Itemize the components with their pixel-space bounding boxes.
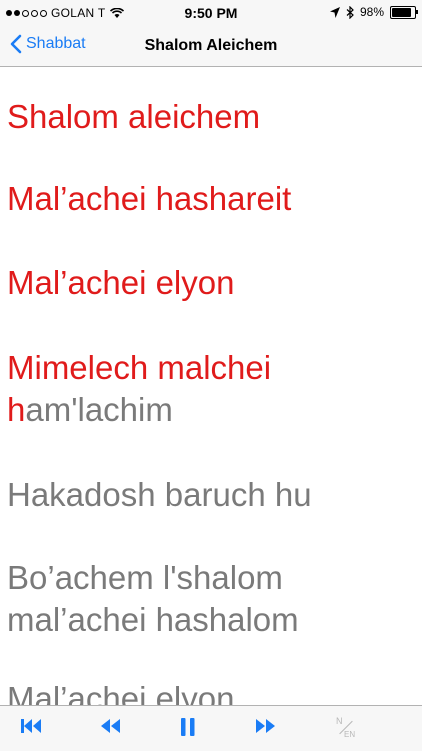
- fast-forward-button[interactable]: [254, 717, 278, 735]
- skip-to-start-icon: [21, 719, 41, 733]
- lyric-line: Bo’achem l'shalom mal’achei hashalom: [7, 557, 417, 641]
- bluetooth-icon: [346, 5, 354, 19]
- lyric-highlighted-text: Mal’achei elyon: [7, 264, 235, 301]
- lyric-line: Shalom aleichem: [7, 96, 417, 138]
- lyric-remaining-text: am'lachim: [25, 391, 173, 428]
- lyric-line: Mal’achei elyon: [7, 262, 417, 304]
- navigation-bar: Shabbat Shalom Aleichem: [0, 28, 422, 67]
- skip-to-start-button[interactable]: [20, 717, 42, 735]
- status-bar: GOLAN T 9:50 PM 98%: [0, 0, 422, 28]
- lyric-line: Mimelech malchei ham'lachim: [7, 347, 417, 431]
- lyric-line: Mal’achei hashareit: [7, 178, 417, 220]
- fast-forward-icon: [256, 719, 275, 733]
- pause-icon: [181, 718, 195, 736]
- lyric-line: Hakadosh baruch hu: [7, 474, 417, 516]
- lyrics-view[interactable]: Shalom aleichem Mal’achei hashareit Mal’…: [0, 67, 422, 705]
- rewind-button[interactable]: [98, 717, 122, 735]
- lyric-line: Mal’achei elyon: [7, 678, 417, 705]
- pause-button[interactable]: [179, 717, 197, 737]
- language-toggle-bottom: EN: [344, 730, 356, 739]
- page-title: Shalom Aleichem: [144, 37, 278, 54]
- lyric-highlighted-text: Shalom aleichem: [7, 98, 261, 135]
- lyric-remaining-text: Bo’achem l'shalom mal’achei hashalom: [7, 559, 299, 638]
- location-arrow-icon: [329, 6, 340, 18]
- rewind-icon: [101, 719, 120, 733]
- language-toggle-button[interactable]: N EN: [333, 716, 357, 740]
- lyric-remaining-text: Mal’achei elyon: [7, 680, 235, 705]
- lyric-highlighted-text: Mal’achei hashareit: [7, 180, 292, 217]
- status-right-group: 98%: [329, 5, 418, 19]
- battery-icon: [390, 5, 418, 19]
- playback-toolbar: N EN: [0, 705, 422, 751]
- language-toggle-top: N: [336, 716, 343, 726]
- battery-percent: 98%: [359, 5, 384, 19]
- lyric-remaining-text: Hakadosh baruch hu: [7, 476, 312, 513]
